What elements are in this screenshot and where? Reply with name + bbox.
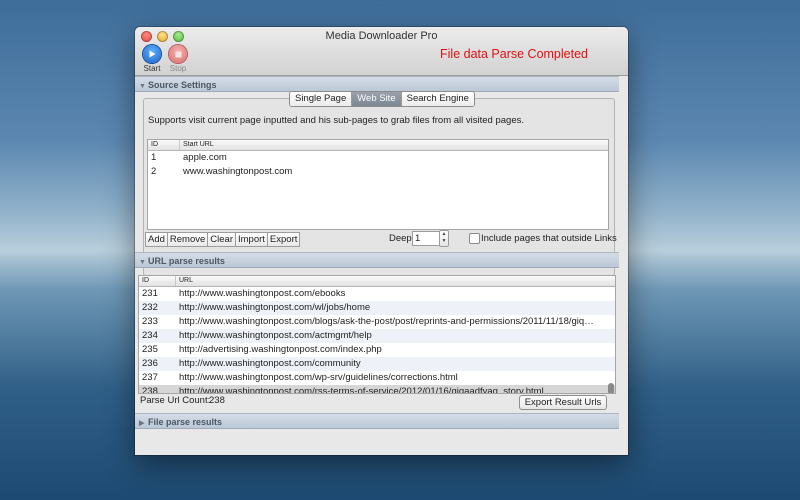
disclosure-open-icon: ▼ [139, 259, 146, 266]
export-button[interactable]: Export [266, 232, 301, 247]
mode-description: Supports visit current page inputted and… [148, 115, 524, 126]
row-id: 231 [142, 288, 158, 299]
column-header-id[interactable]: ID [148, 140, 180, 150]
table-row-selected[interactable]: 238 http://www.washingtonpost.com/rss-ter… [139, 385, 615, 394]
url-results-table[interactable]: ID URL 231 http://www.washingtonpost.com/… [138, 275, 616, 394]
row-id: 236 [142, 358, 158, 369]
tab-web-site[interactable]: Web Site [352, 92, 402, 106]
results-scrollbar[interactable] [607, 287, 614, 393]
disclosure-open-icon: ▼ [139, 83, 146, 90]
table-row[interactable]: 236 http://www.washingtonpost.com/communi… [139, 357, 615, 371]
play-icon [143, 45, 161, 63]
tab-search-engine[interactable]: Search Engine [401, 92, 474, 106]
url-parse-results-header[interactable]: ▼ URL parse results [135, 252, 619, 268]
table-header: ID URL [139, 276, 615, 287]
row-url: apple.com [183, 152, 227, 163]
row-url: www.washingtonpost.com [183, 166, 293, 177]
row-url: http://www.washingtonpost.com/actmgmt/he… [179, 330, 372, 341]
table-row[interactable]: 231 http://www.washingtonpost.com/ebooks [139, 287, 615, 301]
row-url: http://www.washingtonpost.com/community [179, 358, 361, 369]
start-url-table[interactable]: ID Start URL 1 apple.com 2 www.washingto… [147, 139, 609, 230]
row-id: 238 [142, 386, 158, 394]
row-id: 2 [151, 166, 157, 177]
status-message: File data Parse Completed [440, 47, 588, 61]
row-id: 235 [142, 344, 158, 355]
include-outside-checkbox[interactable] [469, 233, 480, 244]
source-settings-header[interactable]: ▼ Source Settings [135, 76, 619, 92]
stepper-down-icon[interactable]: ▼ [440, 238, 448, 245]
table-row[interactable]: 233 http://www.washingtonpost.com/blogs/a… [139, 315, 615, 329]
table-row[interactable]: 1 apple.com [148, 151, 608, 165]
deep-input[interactable]: 1 [412, 231, 442, 246]
app-window: Media Downloader Pro Start Stop File dat… [135, 27, 628, 455]
row-id: 232 [142, 302, 158, 313]
tab-single-page[interactable]: Single Page [290, 92, 353, 106]
deep-label: Deep: [389, 233, 415, 244]
column-header-id[interactable]: ID [139, 276, 176, 286]
parse-url-count-label: Parse Url Count: [140, 395, 211, 406]
table-row[interactable]: 237 http://www.washingtonpost.com/wp-srv/… [139, 371, 615, 385]
disclosure-closed-icon: ▶ [139, 420, 145, 427]
row-id: 234 [142, 330, 158, 341]
start-label: Start [143, 64, 161, 73]
file-parse-results-header[interactable]: ▶ File parse results [135, 413, 619, 429]
parse-url-count-value: 238 [209, 395, 225, 406]
stop-button[interactable]: Stop [161, 45, 195, 73]
stop-icon [169, 45, 187, 63]
stepper-up-icon[interactable]: ▲ [440, 231, 448, 238]
row-id: 233 [142, 316, 158, 327]
source-mode-tabs: Single Page Web Site Search Engine [289, 91, 475, 107]
title-bar: Media Downloader Pro Start Stop File dat… [135, 27, 628, 76]
add-button[interactable]: Add [145, 232, 168, 247]
export-result-urls-button[interactable]: Export Result Urls [519, 395, 607, 410]
table-row[interactable]: 235 http://advertising.washingtonpost.com… [139, 343, 615, 357]
clear-button[interactable]: Clear [207, 232, 236, 247]
stop-label: Stop [169, 64, 187, 73]
window-title: Media Downloader Pro [325, 30, 438, 42]
column-header-start-url[interactable]: Start URL [180, 140, 214, 150]
row-url: http://www.washingtonpost.com/rss-terms-… [179, 386, 544, 394]
row-url: http://www.washingtonpost.com/wp-srv/gui… [179, 372, 458, 383]
table-row[interactable]: 234 http://www.washingtonpost.com/actmgmt… [139, 329, 615, 343]
row-id: 1 [151, 152, 157, 163]
table-header: ID Start URL [148, 140, 608, 151]
row-url: http://advertising.washingtonpost.com/in… [179, 344, 382, 355]
row-url: http://www.washingtonpost.com/blogs/ask-… [179, 316, 594, 327]
row-id: 237 [142, 372, 158, 383]
table-row[interactable]: 232 http://www.washingtonpost.com/wl/jobs… [139, 301, 615, 315]
scrollbar-thumb[interactable] [608, 383, 614, 393]
row-url: http://www.washingtonpost.com/wl/jobs/ho… [179, 302, 371, 313]
column-header-url[interactable]: URL [176, 276, 193, 286]
deep-stepper[interactable]: ▲ ▼ [439, 230, 449, 247]
table-row[interactable]: 2 www.washingtonpost.com [148, 165, 608, 179]
remove-button[interactable]: Remove [166, 232, 209, 247]
import-button[interactable]: Import [234, 232, 268, 247]
url-list-buttons: Add Remove Clear Import Export [145, 232, 301, 247]
include-outside-label: Include pages that outside Links [481, 233, 617, 244]
row-url: http://www.washingtonpost.com/ebooks [179, 288, 346, 299]
